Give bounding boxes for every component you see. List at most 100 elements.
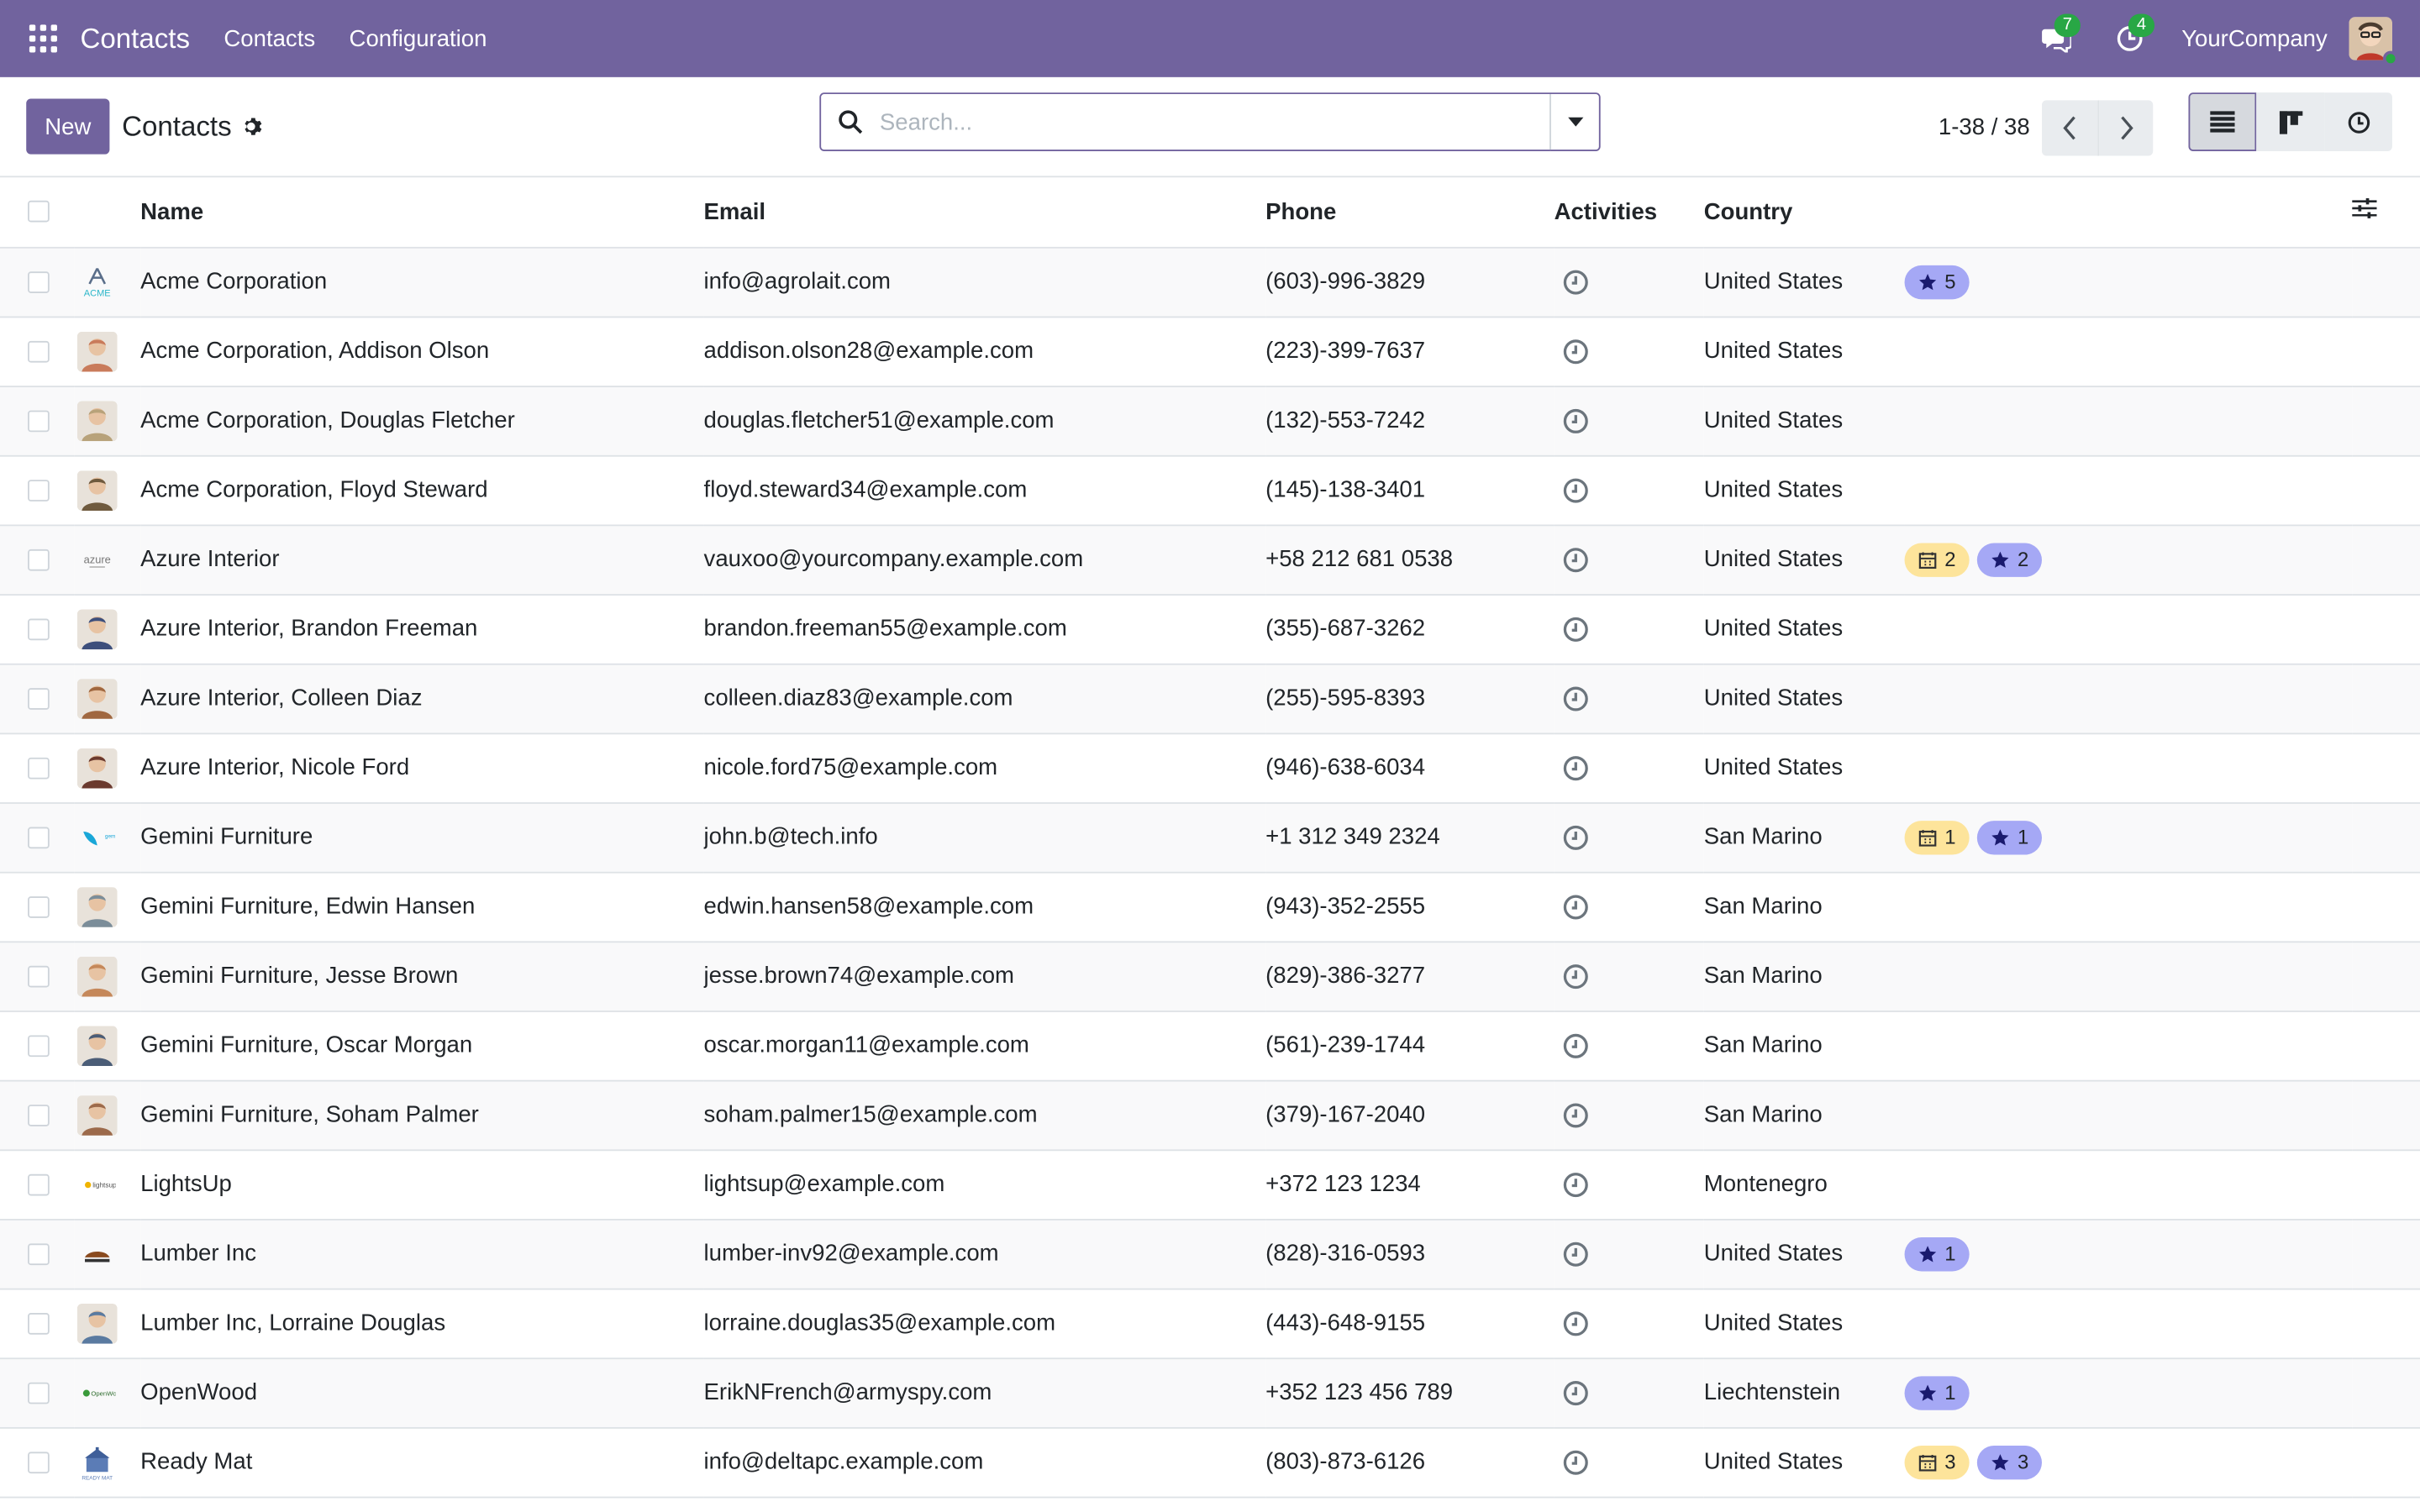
contact-country[interactable]: United States bbox=[1704, 1427, 1905, 1497]
list-view-button[interactable] bbox=[2188, 92, 2257, 151]
contact-email[interactable]: floyd.steward34@example.com bbox=[704, 455, 1266, 525]
contact-phone[interactable]: (223)-399-7637 bbox=[1265, 317, 1554, 386]
contact-phone[interactable]: (946)-638-6034 bbox=[1265, 732, 1554, 802]
contact-name[interactable]: Lumber Inc bbox=[140, 1219, 703, 1289]
contact-country[interactable]: United States bbox=[1704, 1289, 1905, 1358]
activity-clock-icon[interactable] bbox=[1562, 962, 1590, 990]
activity-view-button[interactable] bbox=[2324, 92, 2392, 151]
table-row[interactable]: Gemini Furniture, Jesse Brown jesse.brow… bbox=[0, 941, 2420, 1011]
activity-clock-icon[interactable] bbox=[1562, 337, 1590, 365]
contact-phone[interactable]: (132)-553-7242 bbox=[1265, 386, 1554, 455]
contact-email[interactable]: douglas.fletcher51@example.com bbox=[704, 386, 1266, 455]
row-checkbox[interactable] bbox=[28, 409, 50, 432]
row-checkbox[interactable] bbox=[28, 548, 50, 570]
contact-phone[interactable]: (603)-996-3829 bbox=[1265, 247, 1554, 317]
row-checkbox[interactable] bbox=[28, 1312, 50, 1334]
table-row[interactable]: READY MAT Ready Mat info@deltapc.example… bbox=[0, 1427, 2420, 1497]
row-checkbox[interactable] bbox=[28, 1034, 50, 1057]
contact-name[interactable]: OpenWood bbox=[140, 1357, 703, 1427]
contact-country[interactable]: United States bbox=[1704, 664, 1905, 733]
column-header-country[interactable]: Country bbox=[1703, 177, 1905, 248]
table-row[interactable]: Acme Corporation, Addison Olson addison.… bbox=[0, 317, 2420, 386]
star-tag[interactable]: 1 bbox=[1904, 1375, 1970, 1410]
contact-phone[interactable]: (255)-595-8393 bbox=[1265, 664, 1554, 733]
contact-name[interactable]: Azure Interior bbox=[140, 524, 703, 594]
contact-country[interactable]: United States bbox=[1704, 732, 1905, 802]
contact-name[interactable]: Azure Interior, Colleen Diaz bbox=[140, 664, 703, 733]
contact-name[interactable]: Gemini Furniture bbox=[140, 802, 703, 872]
row-checkbox[interactable] bbox=[28, 270, 50, 293]
contact-email[interactable]: edwin.hansen58@example.com bbox=[704, 872, 1266, 942]
contact-email[interactable]: soham.palmer15@example.com bbox=[704, 1080, 1266, 1150]
star-tag[interactable]: 2 bbox=[1977, 542, 2043, 577]
contact-email[interactable]: lumber-inv92@example.com bbox=[704, 1219, 1266, 1289]
contact-country[interactable]: San Marino bbox=[1704, 872, 1905, 942]
contact-country[interactable]: United States bbox=[1704, 247, 1905, 317]
contact-name[interactable]: LightsUp bbox=[140, 1149, 703, 1219]
search-options-toggle[interactable] bbox=[1549, 94, 1599, 150]
contact-email[interactable]: nicole.ford75@example.com bbox=[704, 732, 1266, 802]
calendar-tag[interactable]: 2 bbox=[1904, 542, 1970, 577]
contact-email[interactable]: info@agrolait.com bbox=[704, 247, 1266, 317]
contact-name[interactable]: Azure Interior, Brandon Freeman bbox=[140, 594, 703, 664]
activity-clock-icon[interactable] bbox=[1562, 823, 1590, 851]
contact-phone[interactable]: (803)-873-6126 bbox=[1265, 1427, 1554, 1497]
select-all-checkbox[interactable] bbox=[28, 201, 50, 223]
new-button[interactable]: New bbox=[26, 98, 110, 155]
contact-name[interactable]: Acme Corporation, Floyd Steward bbox=[140, 455, 703, 525]
contact-name[interactable]: Azure Interior, Nicole Ford bbox=[140, 732, 703, 802]
contact-country[interactable]: United States bbox=[1704, 317, 1905, 386]
contact-email[interactable]: vauxoo@yourcompany.example.com bbox=[704, 524, 1266, 594]
contact-country[interactable]: San Marino bbox=[1704, 1080, 1905, 1150]
row-checkbox[interactable] bbox=[28, 1381, 50, 1404]
row-checkbox[interactable] bbox=[28, 1242, 50, 1265]
contact-phone[interactable]: (379)-167-2040 bbox=[1265, 1080, 1554, 1150]
table-row[interactable]: lightsup LightsUp lightsup@example.com +… bbox=[0, 1149, 2420, 1220]
row-checkbox[interactable] bbox=[28, 339, 50, 362]
activity-clock-icon[interactable] bbox=[1562, 476, 1590, 504]
kanban-view-button[interactable] bbox=[2256, 92, 2325, 151]
messages-button[interactable]: 7 bbox=[2033, 13, 2081, 61]
contact-email[interactable]: ErikNFrench@armyspy.com bbox=[704, 1357, 1266, 1427]
contact-name[interactable]: Gemini Furniture, Oscar Morgan bbox=[140, 1011, 703, 1080]
row-checkbox[interactable] bbox=[28, 756, 50, 779]
app-brand[interactable]: Contacts bbox=[81, 23, 190, 55]
contact-country[interactable]: United States bbox=[1704, 455, 1905, 525]
contact-country[interactable]: Montenegro bbox=[1704, 1149, 1905, 1219]
row-checkbox[interactable] bbox=[28, 687, 50, 709]
contact-phone[interactable]: +58 212 681 0538 bbox=[1265, 524, 1554, 594]
contact-phone[interactable]: (828)-316-0593 bbox=[1265, 1219, 1554, 1289]
optional-columns-icon[interactable] bbox=[2352, 198, 2377, 220]
table-row[interactable]: Azure Interior, Colleen Diaz colleen.dia… bbox=[0, 663, 2420, 733]
contact-email[interactable]: lightsup@example.com bbox=[704, 1149, 1266, 1219]
contact-email[interactable]: colleen.diaz83@example.com bbox=[704, 664, 1266, 733]
table-row[interactable]: OpenWood OpenWood ErikNFrench@armyspy.co… bbox=[0, 1357, 2420, 1427]
table-row[interactable]: Gemini Furniture, Edwin Hansen edwin.han… bbox=[0, 872, 2420, 942]
gear-icon[interactable] bbox=[242, 116, 264, 138]
contact-name[interactable]: Gemini Furniture, Edwin Hansen bbox=[140, 872, 703, 942]
contact-phone[interactable]: (943)-352-2555 bbox=[1265, 872, 1554, 942]
star-tag[interactable]: 1 bbox=[1977, 820, 2043, 854]
contact-phone[interactable]: (145)-138-3401 bbox=[1265, 455, 1554, 525]
column-header-email[interactable]: Email bbox=[703, 177, 1266, 248]
row-checkbox[interactable] bbox=[28, 1451, 50, 1473]
contact-email[interactable]: jesse.brown74@example.com bbox=[704, 941, 1266, 1011]
contact-phone[interactable]: (355)-687-3262 bbox=[1265, 594, 1554, 664]
contact-country[interactable]: Liechtenstein bbox=[1704, 1357, 1905, 1427]
activity-clock-icon[interactable] bbox=[1562, 1240, 1590, 1268]
table-row[interactable]: ACME Acme Corporation info@agrolait.com … bbox=[0, 246, 2420, 317]
activity-clock-icon[interactable] bbox=[1562, 1101, 1590, 1129]
row-checkbox[interactable] bbox=[28, 964, 50, 987]
contact-email[interactable]: brandon.freeman55@example.com bbox=[704, 594, 1266, 664]
contact-name[interactable]: Acme Corporation, Addison Olson bbox=[140, 317, 703, 386]
contact-name[interactable]: Gemini Furniture, Jesse Brown bbox=[140, 941, 703, 1011]
contact-name[interactable]: Acme Corporation, Douglas Fletcher bbox=[140, 386, 703, 455]
star-tag[interactable]: 3 bbox=[1977, 1445, 2043, 1479]
table-row[interactable]: Azure Interior, Nicole Ford nicole.ford7… bbox=[0, 732, 2420, 803]
star-tag[interactable]: 5 bbox=[1904, 264, 1970, 299]
table-row[interactable]: Acme Corporation, Floyd Steward floyd.st… bbox=[0, 455, 2420, 525]
contact-phone[interactable]: (561)-239-1744 bbox=[1265, 1011, 1554, 1080]
contact-country[interactable]: United States bbox=[1704, 1219, 1905, 1289]
activity-clock-icon[interactable] bbox=[1562, 1378, 1590, 1406]
column-header-phone[interactable]: Phone bbox=[1265, 177, 1555, 248]
